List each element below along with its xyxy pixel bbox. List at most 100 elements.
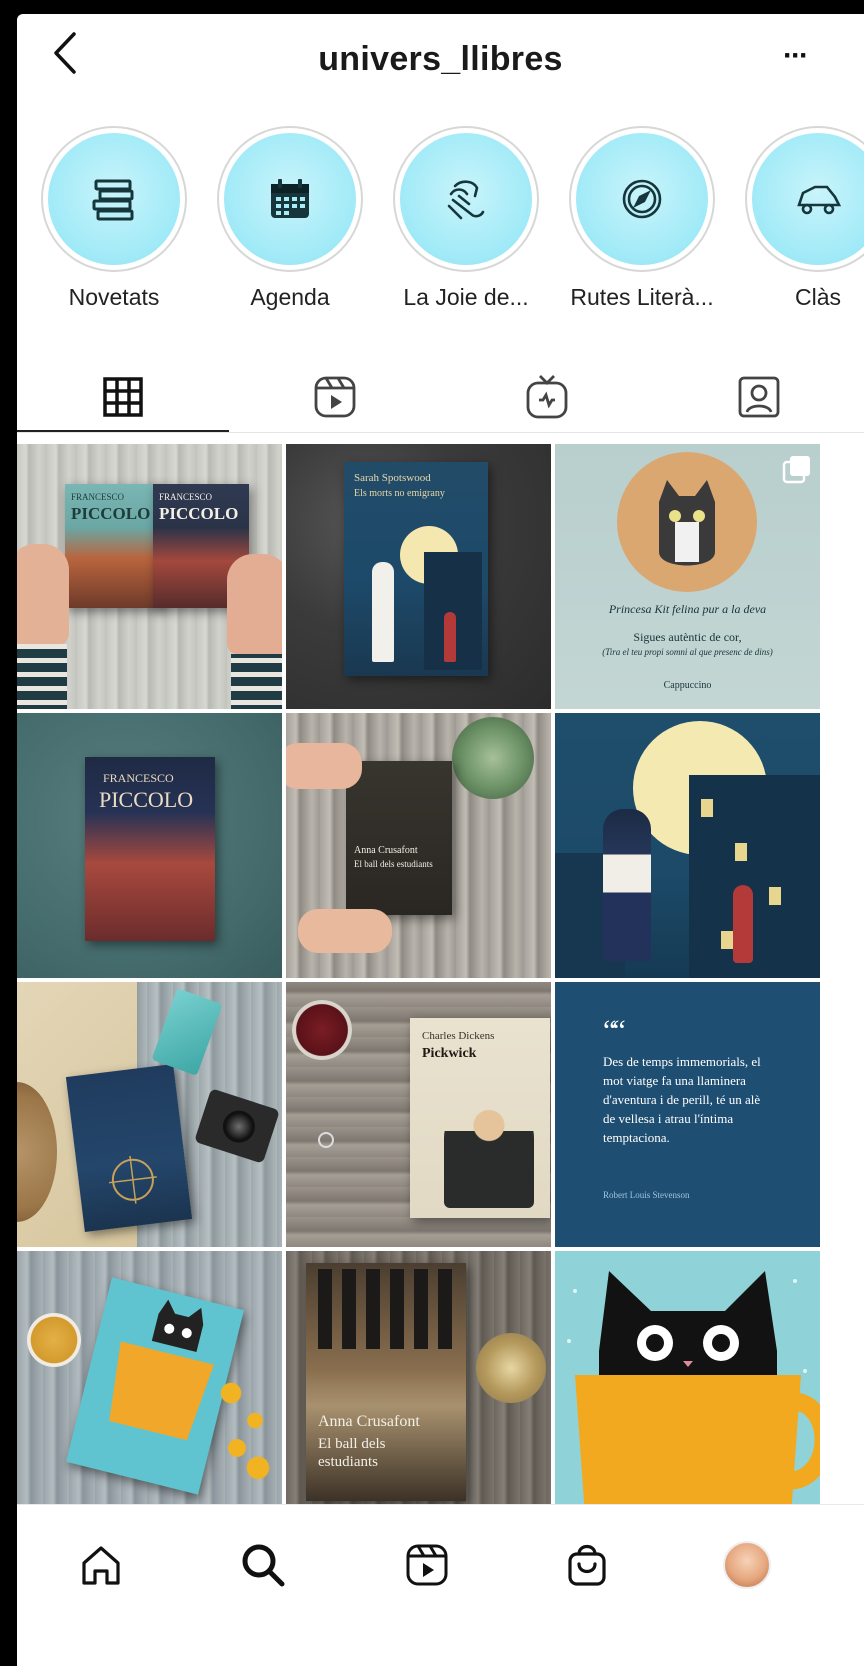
highlight-ring [393, 126, 539, 272]
highlight-la-joie[interactable]: La Joie de... [391, 126, 541, 311]
crystal [151, 988, 223, 1076]
tagged-user-icon [738, 376, 780, 418]
hand-left [17, 544, 69, 644]
nav-home[interactable] [71, 1535, 131, 1595]
cat-in-cup-illustration [567, 1271, 820, 1516]
book-author: Sarah Spotswood [354, 472, 431, 484]
search-icon [242, 1544, 285, 1587]
book-title: PICCOLO [99, 787, 194, 812]
books-stack-icon [92, 179, 134, 221]
post-tile[interactable]: Anna Crusafont El ball dels estudiants [286, 713, 551, 978]
nav-reels[interactable] [397, 1535, 457, 1595]
sleeve-right [231, 654, 282, 709]
hand-top [286, 743, 362, 789]
figure-woman [733, 885, 753, 963]
quote-line: Sigues autèntic de cor, [633, 630, 742, 644]
post-tile[interactable]: Anna Crusafont El ball dels estudiants [286, 1251, 551, 1516]
post-tile[interactable]: Charles Dickens Pickwick [286, 982, 551, 1247]
reels-icon [406, 1544, 448, 1586]
highlight-novetats[interactable]: Novetats [39, 126, 189, 311]
book-title: Els morts no emigrany [354, 488, 445, 499]
bottom-navigation [17, 1504, 864, 1666]
post-tile[interactable] [17, 1251, 282, 1516]
highlight-cover [224, 133, 356, 265]
tab-tagged[interactable] [653, 364, 864, 430]
highlight-agenda[interactable]: Agenda [215, 126, 365, 311]
nav-shop[interactable] [557, 1535, 617, 1595]
book-title: PICCOLO [71, 504, 151, 523]
tab-igtv[interactable] [441, 364, 653, 430]
profile-username: univers_llibres [318, 40, 563, 78]
highlight-cover [400, 133, 532, 265]
highlight-ring [745, 126, 864, 272]
posts-grid: FRANCESCO PICCOLO FRANCESCO PICCOLO Sara… [17, 444, 864, 1516]
sleeve-left [17, 644, 67, 709]
post-tile[interactable] [17, 982, 282, 1247]
nav-search[interactable] [233, 1535, 293, 1595]
hand-bottom [298, 909, 392, 953]
camera-lens [218, 1106, 260, 1147]
quote-source: Robert Louis Stevenson [603, 1190, 690, 1200]
book-cover [65, 1064, 193, 1232]
camera [194, 1088, 280, 1164]
figure-man [603, 809, 651, 961]
highlight-ring [569, 126, 715, 272]
highlight-classics[interactable]: Clàs [743, 126, 864, 311]
quote-mark: ““ [603, 1014, 626, 1047]
book-cover: FRANCESCO PICCOLO [85, 757, 215, 941]
figure-red [444, 612, 456, 662]
nav-profile[interactable] [717, 1535, 777, 1595]
highlight-cover [752, 133, 864, 265]
book-author: Charles Dickens [422, 1030, 495, 1042]
quote-line: (Tira el teu propi somni al que presenc … [602, 647, 773, 657]
tab-grid[interactable] [17, 364, 229, 430]
profile-tabs [17, 364, 864, 434]
car-icon [797, 185, 842, 215]
book-author: Anna Crusafont [318, 1413, 420, 1430]
highlight-ring [41, 126, 187, 272]
figure [372, 562, 394, 662]
cat-icon [659, 480, 715, 566]
book-title: Pickwick [422, 1046, 477, 1061]
highlight-label: La Joie de... [403, 284, 529, 310]
quote-line: Princesa Kit felina pur a la deva [608, 602, 767, 616]
profile-header: univers_llibres ··· [17, 14, 864, 100]
book-title: PICCOLO [159, 504, 239, 523]
book-cover: FRANCESCO PICCOLO [65, 484, 161, 608]
tea-cup [27, 1313, 81, 1367]
calendar-icon [271, 179, 309, 218]
story-highlights: Novetats Agenda La Joie de... Rutes Lite… [17, 126, 864, 336]
book-author: FRANCESCO [71, 492, 125, 502]
carousel-icon [782, 456, 810, 484]
post-tile[interactable] [555, 1251, 820, 1516]
post-tile[interactable]: ““ Des de temps immemorials, el mot viat… [555, 982, 820, 1247]
post-tile[interactable] [555, 713, 820, 978]
wine-glass [292, 1000, 352, 1060]
shadow-figures [318, 1269, 458, 1349]
quote-text: Des de temps immemorials, el mot viatge … [603, 1054, 761, 1145]
flowers [213, 1371, 273, 1481]
home-icon [82, 1546, 120, 1585]
app-frame: univers_llibres ··· Novetats Agenda La J… [17, 14, 864, 1666]
book-cover: Anna Crusafont El ball dels estudiants [346, 761, 452, 915]
hand-right [227, 554, 282, 654]
highlight-rutes[interactable]: Rutes Literà... [567, 126, 717, 311]
highlight-ring [217, 126, 363, 272]
quote-signature: Cappuccino [663, 680, 712, 691]
tab-reels[interactable] [229, 364, 441, 430]
post-tile[interactable]: FRANCESCO PICCOLO FRANCESCO PICCOLO [17, 444, 282, 709]
book-title: El ball dels estudiants [318, 1436, 386, 1470]
shopping-bag-icon [568, 1544, 606, 1586]
pendant [318, 1132, 334, 1148]
book-author: FRANCESCO [103, 771, 174, 785]
post-tile[interactable]: FRANCESCO PICCOLO [17, 713, 282, 978]
compass-icon [622, 179, 662, 219]
highlight-label: Agenda [250, 284, 330, 310]
hand-icon [447, 180, 485, 220]
more-options-button[interactable]: ··· [770, 36, 820, 76]
building [689, 775, 820, 978]
post-tile[interactable]: Princesa Kit felina pur a la deva Sigues… [555, 444, 820, 709]
highlight-label: Rutes Literà... [570, 284, 714, 310]
book-cover: Sarah Spotswood Els morts no emigrany [344, 462, 488, 676]
post-tile[interactable]: Sarah Spotswood Els morts no emigrany [286, 444, 551, 709]
